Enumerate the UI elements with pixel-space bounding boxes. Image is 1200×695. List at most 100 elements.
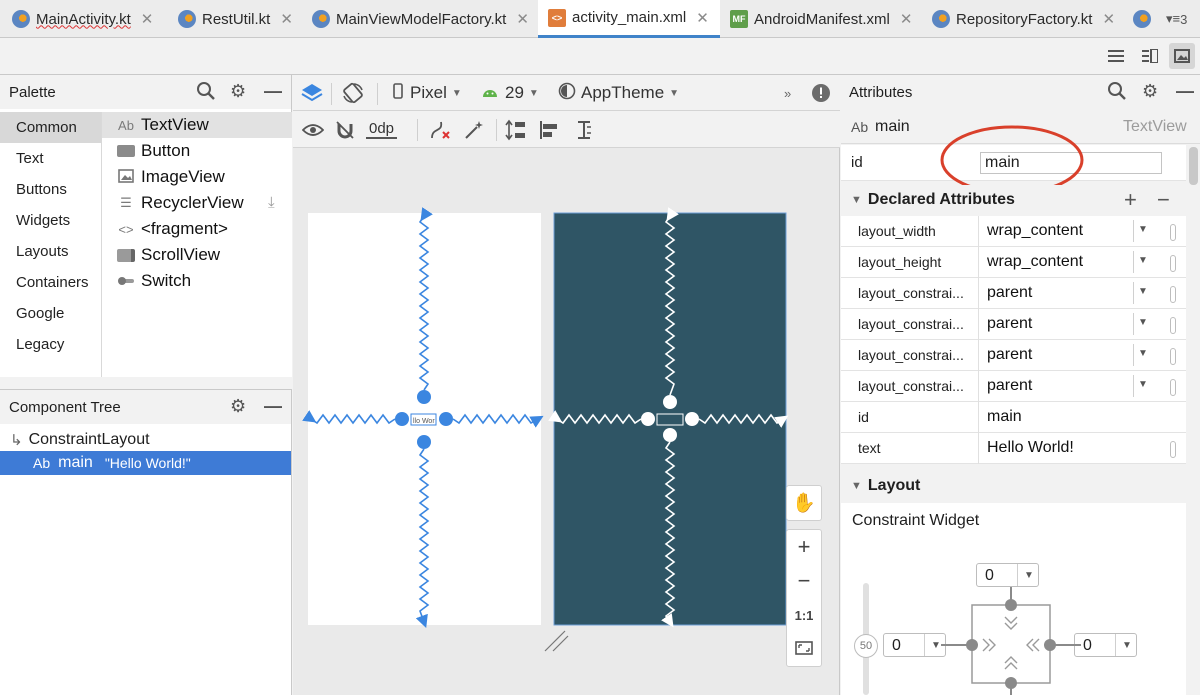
- attr-value[interactable]: parent: [987, 346, 1032, 364]
- pan-button[interactable]: ✋: [786, 485, 822, 521]
- margin-right-dropdown[interactable]: 0 ▼: [1074, 633, 1137, 657]
- warning-button[interactable]: [811, 75, 831, 111]
- resource-picker-button[interactable]: [1170, 286, 1176, 303]
- constraint-handle-top[interactable]: [417, 390, 431, 404]
- attr-row-constraint-2[interactable]: layout_constrai... parent ▼: [841, 309, 1186, 340]
- layout-section[interactable]: ▼ Layout: [841, 471, 1186, 501]
- gear-icon[interactable]: ⚙: [230, 396, 246, 417]
- gear-icon[interactable]: ⚙: [1142, 81, 1158, 102]
- default-margin-button[interactable]: 0dp: [366, 111, 398, 148]
- palette-category-text[interactable]: Text: [0, 143, 101, 174]
- palette-category-google[interactable]: Google: [0, 298, 101, 329]
- attr-value[interactable]: parent: [987, 315, 1032, 333]
- resource-picker-button[interactable]: [1170, 224, 1176, 241]
- clear-constraints-button[interactable]: [429, 111, 451, 148]
- theme-dropdown[interactable]: AppTheme ▼: [558, 75, 679, 111]
- chevron-down-icon[interactable]: ▼: [1138, 286, 1148, 297]
- tab-mainactivity[interactable]: MainActivity.kt ✕: [12, 0, 153, 38]
- device-dropdown[interactable]: Pixel ▼: [393, 75, 462, 111]
- blueprint-handle-start[interactable]: [641, 412, 655, 426]
- chevron-down-icon[interactable]: ▼: [1138, 224, 1148, 235]
- download-icon[interactable]: ⤓: [268, 194, 275, 211]
- api-dropdown[interactable]: 29 ▼: [482, 75, 539, 111]
- palette-category-containers[interactable]: Containers: [0, 267, 101, 298]
- guidelines-button[interactable]: [573, 111, 595, 148]
- pack-button[interactable]: [505, 111, 527, 148]
- tab-androidmanifest[interactable]: MF AndroidManifest.xml ✕: [730, 0, 912, 38]
- attr-row-constraint-3[interactable]: layout_constrai... parent ▼: [841, 340, 1186, 371]
- attr-row-constraint-4[interactable]: layout_constrai... parent ▼: [841, 371, 1186, 402]
- zoom-actual-size-button[interactable]: 1:1: [787, 608, 821, 623]
- tab-activity-main-xml[interactable]: <> activity_main.xml ✕: [538, 0, 720, 38]
- minimize-icon[interactable]: —: [264, 81, 282, 102]
- resize-handle-icon[interactable]: [544, 630, 569, 652]
- remove-attribute-button[interactable]: −: [1157, 187, 1170, 213]
- attr-row-layout-height[interactable]: layout_height wrap_content ▼: [841, 247, 1186, 278]
- close-icon[interactable]: ✕: [1102, 10, 1115, 28]
- palette-widget-scrollview[interactable]: ScrollView: [102, 242, 292, 268]
- margin-left-dropdown[interactable]: 0 ▼: [883, 633, 946, 657]
- overflow-chevron-icon[interactable]: »: [784, 75, 791, 111]
- close-icon[interactable]: ✕: [516, 10, 529, 28]
- constraint-widget-diagram[interactable]: [941, 587, 1081, 695]
- minimize-icon[interactable]: —: [264, 396, 282, 417]
- constraint-handle-bottom[interactable]: [417, 435, 431, 449]
- design-canvas[interactable]: llo Wor: [293, 148, 840, 695]
- blueprint-handle-top[interactable]: [663, 395, 677, 409]
- zoom-in-button[interactable]: +: [787, 534, 821, 560]
- constraint-handle-start[interactable]: [395, 412, 409, 426]
- palette-widget-fragment[interactable]: <> <fragment>: [102, 216, 292, 242]
- code-view-button[interactable]: [1103, 43, 1129, 69]
- chevron-down-icon[interactable]: ▼: [1138, 255, 1148, 266]
- resource-picker-button[interactable]: [1170, 317, 1176, 334]
- search-icon[interactable]: [196, 81, 216, 106]
- resource-picker-button[interactable]: [1170, 348, 1176, 365]
- tab-restutil[interactable]: RestUtil.kt ✕: [178, 0, 293, 38]
- constraint-handle-end[interactable]: [439, 412, 453, 426]
- chevron-down-icon[interactable]: ▼: [1138, 348, 1148, 359]
- close-icon[interactable]: ✕: [141, 10, 154, 28]
- attr-value[interactable]: main: [987, 408, 1022, 426]
- blueprint-handle-end[interactable]: [685, 412, 699, 426]
- vertical-bias-thumb[interactable]: 50: [854, 634, 878, 658]
- minimize-icon[interactable]: —: [1176, 81, 1194, 102]
- attr-value[interactable]: Hello World!: [987, 439, 1074, 457]
- add-attribute-button[interactable]: +: [1124, 187, 1137, 213]
- resource-picker-button[interactable]: [1170, 379, 1176, 396]
- autoconnect-button[interactable]: [335, 111, 355, 148]
- palette-widget-imageview[interactable]: ImageView: [102, 164, 292, 190]
- attr-value[interactable]: wrap_content: [987, 222, 1083, 240]
- tab-repositoryfactory[interactable]: RepositoryFactory.kt ✕: [932, 0, 1115, 38]
- blueprint-handle-bottom[interactable]: [663, 428, 677, 442]
- scrollbar-thumb[interactable]: [1189, 147, 1198, 185]
- zoom-fit-button[interactable]: [795, 641, 813, 660]
- search-icon[interactable]: [1107, 81, 1127, 106]
- split-view-button[interactable]: [1137, 43, 1163, 69]
- attr-row-text[interactable]: text Hello World!: [841, 433, 1186, 464]
- palette-widget-textview[interactable]: Ab TextView: [102, 112, 292, 138]
- gear-icon[interactable]: ⚙: [230, 81, 246, 102]
- palette-category-layouts[interactable]: Layouts: [0, 236, 101, 267]
- align-button[interactable]: [538, 111, 560, 148]
- design-surface-button[interactable]: [301, 75, 323, 111]
- tree-node-textview-main[interactable]: Ab main "Hello World!": [0, 451, 291, 475]
- close-icon[interactable]: ✕: [900, 10, 913, 28]
- attr-row-constraint-1[interactable]: layout_constrai... parent ▼: [841, 278, 1186, 309]
- declared-attributes-section[interactable]: ▼ Declared Attributes + −: [841, 185, 1186, 215]
- tab-overflow-file[interactable]: [1133, 0, 1157, 38]
- close-icon[interactable]: ✕: [280, 10, 293, 28]
- palette-widget-switch[interactable]: Switch: [102, 268, 292, 294]
- view-options-button[interactable]: [302, 111, 324, 148]
- margin-top-dropdown[interactable]: 0 ▼: [976, 563, 1039, 587]
- palette-category-buttons[interactable]: Buttons: [0, 174, 101, 205]
- palette-category-common[interactable]: Common: [0, 112, 101, 143]
- tab-mainviewmodelfactory[interactable]: MainViewModelFactory.kt ✕: [312, 0, 529, 38]
- palette-category-widgets[interactable]: Widgets: [0, 205, 101, 236]
- tab-overflow-button[interactable]: ▾≡ 3: [1166, 0, 1187, 38]
- attr-value[interactable]: parent: [987, 284, 1032, 302]
- attr-value[interactable]: wrap_content: [987, 253, 1083, 271]
- palette-category-legacy[interactable]: Legacy: [0, 329, 101, 360]
- attr-row-layout-width[interactable]: layout_width wrap_content ▼: [841, 216, 1186, 247]
- tree-node-constraintlayout[interactable]: ↳ ConstraintLayout: [0, 428, 291, 452]
- palette-widget-recyclerview[interactable]: ☰ RecyclerView ⤓: [102, 190, 292, 216]
